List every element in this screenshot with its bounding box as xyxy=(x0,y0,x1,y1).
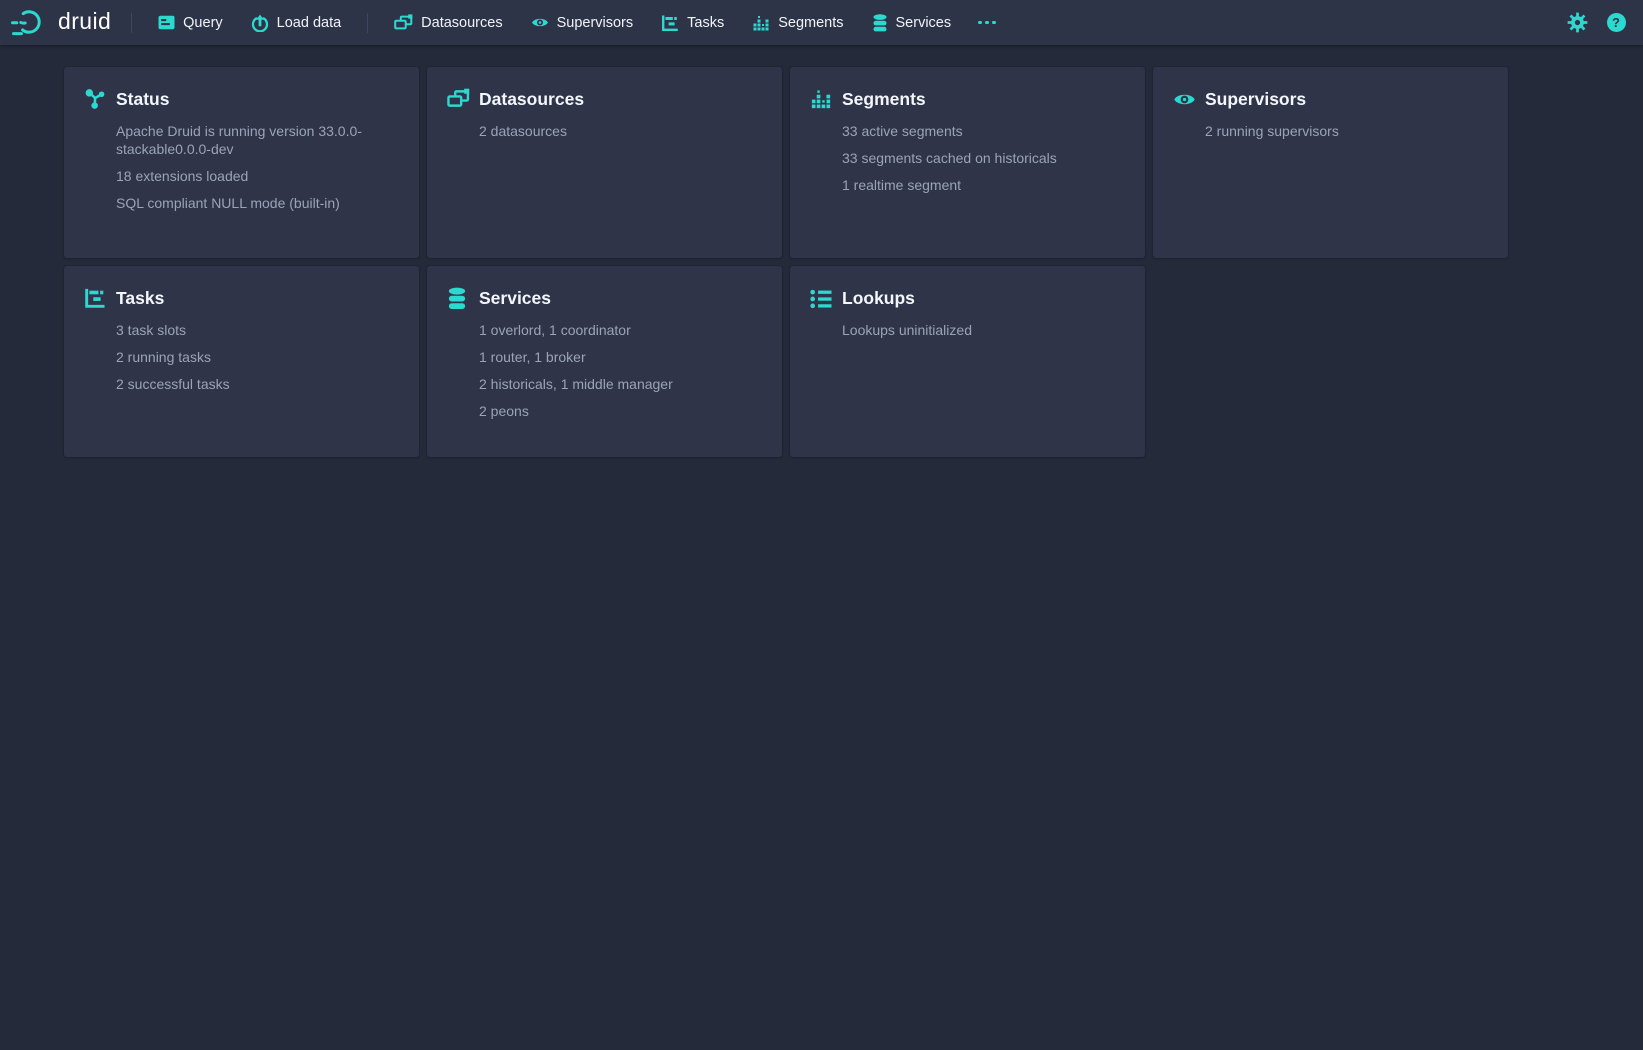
properties-icon xyxy=(810,287,834,311)
home-view: Status Apache Druid is running version 3… xyxy=(0,45,1643,457)
database-icon xyxy=(447,287,471,311)
status-cards-grid: Status Apache Druid is running version 3… xyxy=(64,67,1512,457)
card-line: 1 router, 1 broker xyxy=(479,348,762,366)
console-icon xyxy=(158,14,175,31)
ellipsis-icon xyxy=(978,21,982,25)
nav-item-label: Supervisors xyxy=(557,15,634,31)
card-line: 2 datasources xyxy=(479,122,762,140)
upload-icon xyxy=(251,14,269,32)
card-line: 2 running tasks xyxy=(116,348,399,366)
nav-more-button[interactable] xyxy=(965,0,1009,45)
card-line: 1 realtime segment xyxy=(842,176,1125,194)
database-icon xyxy=(872,14,888,32)
nav-item-label: Services xyxy=(896,15,952,31)
nav-item-label: Load data xyxy=(277,15,342,31)
card-title: Datasources xyxy=(479,87,762,111)
card-line: 33 active segments xyxy=(842,122,1125,140)
card-line: 2 running supervisors xyxy=(1205,122,1488,140)
card-title: Services xyxy=(479,286,762,310)
card-line: SQL compliant NULL mode (built-in) xyxy=(116,194,399,212)
stacked-chart-icon xyxy=(810,88,834,112)
card-line: 18 extensions loaded xyxy=(116,167,399,185)
card-title: Status xyxy=(116,87,399,111)
gantt-icon xyxy=(84,287,108,311)
nav-item-label: Datasources xyxy=(421,15,502,31)
card-services[interactable]: Services 1 overlord, 1 coordinator 1 rou… xyxy=(427,266,782,457)
nav-right-actions: ? xyxy=(1564,10,1629,36)
card-title: Tasks xyxy=(116,286,399,310)
help-glyph: ? xyxy=(1612,16,1620,29)
nav-item-query[interactable]: Query xyxy=(144,0,237,45)
eye-icon xyxy=(1173,88,1197,112)
card-line: 2 historicals, 1 middle manager xyxy=(479,375,762,393)
card-status[interactable]: Status Apache Druid is running version 3… xyxy=(64,67,419,258)
card-segments[interactable]: Segments 33 active segments 33 segments … xyxy=(790,67,1145,258)
card-line: 2 successful tasks xyxy=(116,375,399,393)
eye-icon xyxy=(531,16,549,29)
layers-icon xyxy=(447,88,471,112)
druid-swirl-icon xyxy=(10,6,50,40)
gear-icon xyxy=(1567,12,1588,33)
nav-item-load-data[interactable]: Load data xyxy=(237,0,356,45)
card-line: Apache Druid is running version 33.0.0-s… xyxy=(116,122,399,158)
card-line: 33 segments cached on historicals xyxy=(842,149,1125,167)
card-line: 1 overlord, 1 coordinator xyxy=(479,321,762,339)
help-button[interactable]: ? xyxy=(1603,10,1629,36)
card-line: 3 task slots xyxy=(116,321,399,339)
card-tasks[interactable]: Tasks 3 task slots 2 running tasks 2 suc… xyxy=(64,266,419,457)
nav-divider xyxy=(367,13,368,33)
top-navbar: druid Query Load data xyxy=(0,0,1643,45)
card-title: Segments xyxy=(842,87,1125,111)
nav-item-tasks[interactable]: Tasks xyxy=(647,0,738,45)
card-lookups[interactable]: Lookups Lookups uninitialized xyxy=(790,266,1145,457)
nav-item-datasources[interactable]: Datasources xyxy=(380,0,516,45)
nav-item-services[interactable]: Services xyxy=(858,0,966,45)
layers-icon xyxy=(394,14,413,31)
card-title: Supervisors xyxy=(1205,87,1488,111)
card-supervisors[interactable]: Supervisors 2 running supervisors xyxy=(1153,67,1508,258)
nav-item-segments[interactable]: Segments xyxy=(738,0,857,45)
nav-item-label: Query xyxy=(183,15,223,31)
nav-divider xyxy=(131,13,132,33)
graph-icon xyxy=(84,88,108,112)
card-line: 2 peons xyxy=(479,402,762,420)
settings-button[interactable] xyxy=(1564,10,1590,36)
nav-item-label: Tasks xyxy=(687,15,724,31)
nav-item-supervisors[interactable]: Supervisors xyxy=(517,0,648,45)
stacked-chart-icon xyxy=(752,14,770,32)
druid-wordmark: druid xyxy=(58,10,111,36)
card-title: Lookups xyxy=(842,286,1125,310)
card-datasources[interactable]: Datasources 2 datasources xyxy=(427,67,782,258)
nav-item-label: Segments xyxy=(778,15,843,31)
help-icon: ? xyxy=(1607,13,1626,32)
gantt-icon xyxy=(661,14,679,32)
druid-logo[interactable]: druid xyxy=(10,6,111,40)
card-line: Lookups uninitialized xyxy=(842,321,1125,339)
